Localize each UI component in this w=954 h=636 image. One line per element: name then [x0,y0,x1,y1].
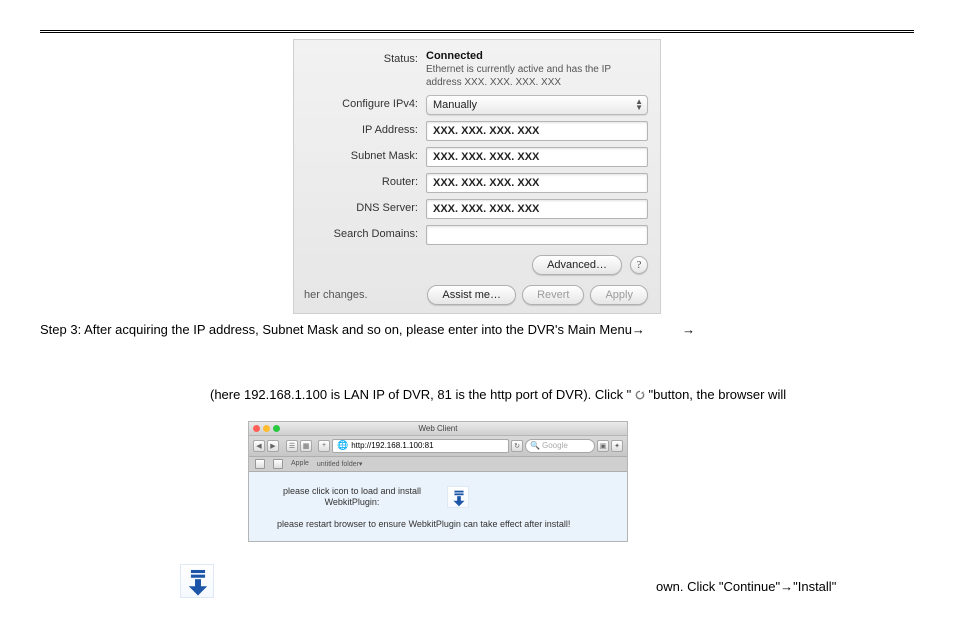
apply-label: Apply [605,289,633,301]
url-value: http://192.168.1.100:81 [351,441,433,450]
assist-me-button[interactable]: Assist me… [427,285,516,305]
browser-bookmark-bar: Apple untitled folder▾ [249,457,627,472]
footer-changes-text: her changes. [304,289,368,301]
configure-ipv4-select[interactable]: Manually ▲▼ [426,95,648,115]
browser-toolbar: ◀ ▶ ☰ ▦ + 🌐 http://192.168.1.100:81 ↻ 🔍 … [249,436,627,457]
final-row: own. Click "Continue"→"Install" [180,564,914,598]
revert-button[interactable]: Revert [522,285,584,305]
router-value: XXX. XXX. XXX. XXX [433,177,539,189]
subnet-mask-value: XXX. XXX. XXX. XXX [433,151,539,163]
reload-button[interactable]: ↻ [511,440,523,452]
router-input[interactable]: XXX. XXX. XXX. XXX [426,173,648,193]
browser-content: please click icon to load and install We… [249,472,627,541]
arrow-icon: → [632,322,645,337]
router-label: Router: [306,173,426,188]
site-icon: 🌐 [337,440,348,451]
ip-address-label: IP Address: [306,121,426,136]
bookmarks-menu-button[interactable]: ☰ [286,440,298,452]
sites-button[interactable]: ▦ [300,440,312,452]
apply-button[interactable]: Apply [590,285,648,305]
forward-button[interactable]: ▶ [267,440,279,452]
advanced-button-label: Advanced… [547,259,607,271]
instruction-line-2: (here 192.168.1.100 is LAN IP of DVR, 81… [40,385,914,407]
browser-title: Web Client [419,424,458,433]
settings-button[interactable]: ✦ [611,440,623,452]
network-settings-panel: Status: Connected Ethernet is currently … [293,39,661,314]
bookmark-apple[interactable]: Apple [291,460,309,467]
bookmark-topsites-icon[interactable] [273,459,283,469]
popup-button[interactable]: ▣ [597,440,609,452]
plugin-install-text: please click icon to load and install We… [277,486,427,509]
status-description: Ethernet is currently active and has the… [426,64,648,89]
browser-window: Web Client ◀ ▶ ☰ ▦ + 🌐 http://192.168.1.… [248,421,628,542]
subnet-mask-label: Subnet Mask: [306,147,426,162]
step3-paragraph: Step 3: After acquiring the IP address, … [40,320,914,341]
dns-server-value: XXX. XXX. XXX. XXX [433,203,539,215]
arrow-icon: → [682,322,695,337]
configure-ipv4-value: Manually [433,99,477,111]
dns-server-label: DNS Server: [306,199,426,214]
close-icon[interactable] [253,425,260,432]
zoom-icon[interactable] [273,425,280,432]
dns-server-input[interactable]: XXX. XXX. XXX. XXX [426,199,648,219]
search-domains-label: Search Domains: [306,225,426,240]
advanced-button[interactable]: Advanced… [532,255,622,275]
header-rule [40,30,914,33]
url-bar[interactable]: 🌐 http://192.168.1.100:81 [332,439,509,453]
download-icon [180,564,214,598]
bookmark-untitled-folder[interactable]: untitled folder▾ [317,460,363,468]
subnet-mask-input[interactable]: XXX. XXX. XXX. XXX [426,147,648,167]
search-domains-input[interactable] [426,225,648,245]
plugin-restart-text: please restart browser to ensure WebkitP… [277,519,599,531]
browser-titlebar: Web Client [249,422,627,436]
ip-address-value: XXX. XXX. XXX. XXX [433,125,539,137]
search-icon: 🔍 [530,441,540,450]
updown-icon: ▲▼ [635,99,643,111]
status-label: Status: [306,50,426,65]
help-button[interactable]: ? [630,256,648,274]
configure-ipv4-label: Configure IPv4: [306,95,426,110]
step3-text: Step 3: After acquiring the IP address, … [40,322,632,337]
ip-address-input[interactable]: XXX. XXX. XXX. XXX [426,121,648,141]
bookmark-collections-icon[interactable] [255,459,265,469]
browser-search-input[interactable]: 🔍 Google [525,439,595,453]
status-value: Connected [426,50,648,62]
document-page: Status: Connected Ethernet is currently … [0,0,954,628]
instruction-line-2b: "button, the browser will [649,387,787,402]
download-plugin-icon[interactable] [447,486,469,508]
instruction-line-2a: (here 192.168.1.100 is LAN IP of DVR, 81… [210,387,635,402]
minimize-icon[interactable] [263,425,270,432]
help-icon: ? [637,259,642,271]
back-button[interactable]: ◀ [253,440,265,452]
add-bookmark-button[interactable]: + [318,440,330,452]
instruction-line-3: own. Click "Continue"→"Install" [214,577,836,598]
assist-me-label: Assist me… [442,289,501,301]
search-placeholder: Google [542,441,568,450]
revert-label: Revert [537,289,569,301]
refresh-icon [635,386,645,407]
window-controls [253,425,280,432]
